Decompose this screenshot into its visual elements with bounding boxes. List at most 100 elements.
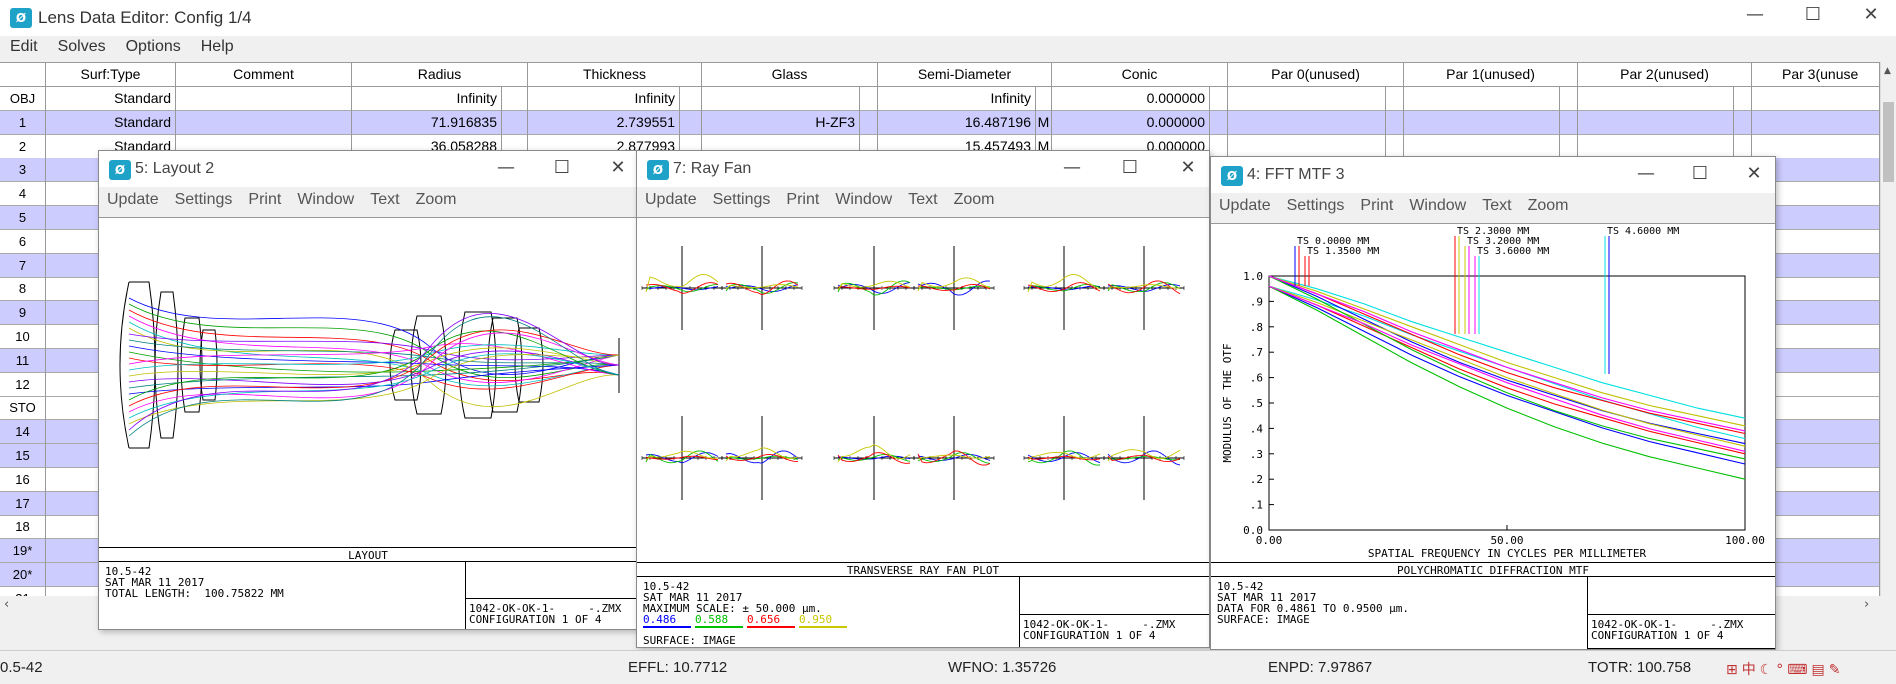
row-header[interactable]: 14: [0, 420, 46, 445]
menu-update[interactable]: Update: [99, 187, 167, 209]
tray-icons[interactable]: ⊞中☾°⌨▤✎: [1726, 659, 1844, 679]
row-header[interactable]: 8: [0, 277, 46, 302]
cell-par0-solve[interactable]: [1386, 134, 1404, 159]
cell-glass[interactable]: H-ZF3: [702, 110, 860, 135]
cell-par1-solve[interactable]: [1560, 110, 1578, 135]
skin-icon[interactable]: ▤: [1812, 662, 1829, 678]
menu-text[interactable]: Text: [1474, 193, 1519, 215]
cell-conic-solve[interactable]: [1210, 134, 1228, 159]
cell-thickness[interactable]: 2.739551: [528, 110, 680, 135]
scroll-left-icon[interactable]: ‹: [4, 597, 9, 612]
cell-par1[interactable]: [1404, 87, 1560, 111]
minimize-icon[interactable]: —: [1740, 4, 1770, 25]
cell-par2-solve[interactable]: [1734, 110, 1752, 135]
cell-semi-diameter[interactable]: 16.487196: [878, 110, 1036, 135]
row-header[interactable]: 11: [0, 348, 46, 373]
menu-settings[interactable]: Settings: [705, 187, 779, 209]
row-header[interactable]: 9: [0, 301, 46, 326]
cell-par2[interactable]: [1578, 110, 1734, 135]
cell-par2-solve[interactable]: [1734, 134, 1752, 159]
tools-icon[interactable]: ✎: [1829, 662, 1845, 678]
scroll-up-icon[interactable]: ▲: [1884, 66, 1891, 76]
cell-glass-solve[interactable]: [860, 87, 878, 111]
cell-thickness[interactable]: Infinity: [528, 87, 680, 111]
col-header-par1[interactable]: Par 1(unused): [1404, 63, 1578, 87]
row-header[interactable]: 16: [0, 467, 46, 492]
cell-par3[interactable]: [1752, 110, 1880, 135]
vertical-scroll-thumb[interactable]: [1883, 102, 1894, 182]
cell-radius[interactable]: 71.916835: [352, 110, 502, 135]
menu-text[interactable]: Text: [900, 187, 945, 209]
row-header[interactable]: 2: [0, 134, 46, 159]
row-header[interactable]: 19*: [0, 539, 46, 564]
menu-window[interactable]: Window: [1401, 193, 1474, 215]
cell-par3[interactable]: [1752, 134, 1880, 159]
col-header-radius[interactable]: Radius: [352, 63, 528, 87]
minimize-icon[interactable]: —: [491, 157, 521, 178]
cell-conic-solve[interactable]: [1210, 110, 1228, 135]
cell-conic[interactable]: 0.000000: [1052, 110, 1210, 135]
maximize-icon[interactable]: ☐: [1798, 4, 1828, 25]
col-header-par2[interactable]: Par 2(unused): [1578, 63, 1752, 87]
cell-par0[interactable]: [1228, 110, 1386, 135]
cell-semi-solve[interactable]: [1036, 87, 1052, 111]
row-header[interactable]: 12: [0, 372, 46, 397]
maximize-icon[interactable]: ☐: [547, 157, 577, 178]
row-header[interactable]: 1: [0, 110, 46, 135]
cell-thickness-solve[interactable]: [680, 110, 702, 135]
menu-update[interactable]: Update: [637, 187, 705, 209]
row-header[interactable]: STO: [0, 396, 46, 421]
minimize-icon[interactable]: —: [1057, 157, 1087, 178]
cell-conic[interactable]: 0.000000: [1052, 87, 1210, 111]
row-header[interactable]: 18: [0, 515, 46, 540]
cell-par1[interactable]: [1404, 110, 1560, 135]
col-header-comment[interactable]: Comment: [176, 63, 352, 87]
cell-par0[interactable]: [1228, 134, 1386, 159]
menu-window[interactable]: Window: [827, 187, 900, 209]
menu-edit[interactable]: Edit: [0, 36, 48, 56]
col-header-par3[interactable]: Par 3(unuse: [1752, 63, 1880, 87]
row-header[interactable]: 7: [0, 253, 46, 278]
table-row[interactable]: OBJ Standard Infinity Infinity Infinity 0.000…: [0, 87, 1880, 111]
table-row[interactable]: 1 Standard 71.916835 2.739551 H-ZF3 16.487196…: [0, 110, 1880, 135]
menu-text[interactable]: Text: [362, 187, 407, 209]
close-icon[interactable]: ✕: [603, 157, 633, 178]
cell-surf-type[interactable]: Standard: [46, 110, 176, 135]
menu-solves[interactable]: Solves: [48, 36, 116, 56]
col-header-thickness[interactable]: Thickness: [528, 63, 702, 87]
row-header[interactable]: 15: [0, 444, 46, 468]
maximize-icon[interactable]: ☐: [1685, 163, 1715, 184]
cell-par0[interactable]: [1228, 87, 1386, 111]
cell-radius-solve[interactable]: [502, 110, 528, 135]
cell-comment[interactable]: [176, 87, 352, 111]
menu-print[interactable]: Print: [1352, 193, 1401, 215]
cell-par3[interactable]: [1752, 87, 1880, 111]
cell-par2[interactable]: [1578, 134, 1734, 159]
row-header[interactable]: 4: [0, 182, 46, 207]
row-header[interactable]: 6: [0, 229, 46, 254]
row-header[interactable]: 21: [0, 586, 46, 596]
col-header-glass[interactable]: Glass: [702, 63, 878, 87]
row-header[interactable]: 5: [0, 206, 46, 230]
punctuation-icon[interactable]: °: [1776, 662, 1787, 678]
menu-print[interactable]: Print: [778, 187, 827, 209]
cell-semi-diameter[interactable]: Infinity: [878, 87, 1036, 111]
cell-par0-solve[interactable]: [1386, 110, 1404, 135]
cell-par2[interactable]: [1578, 87, 1734, 111]
col-header-par0[interactable]: Par 0(unused): [1228, 63, 1404, 87]
cell-par1-solve[interactable]: [1560, 134, 1578, 159]
menu-zoom[interactable]: Zoom: [1520, 193, 1577, 215]
close-icon[interactable]: ✕: [1173, 157, 1203, 178]
moon-icon[interactable]: ☾: [1760, 662, 1777, 678]
cell-par1-solve[interactable]: [1560, 87, 1578, 111]
menu-settings[interactable]: Settings: [1279, 193, 1353, 215]
row-header[interactable]: 10: [0, 325, 46, 349]
menu-window[interactable]: Window: [289, 187, 362, 209]
row-header[interactable]: OBJ: [0, 87, 46, 111]
cell-radius[interactable]: Infinity: [352, 87, 502, 111]
menu-print[interactable]: Print: [240, 187, 289, 209]
cell-radius-solve[interactable]: [502, 87, 528, 111]
col-header-surf-type[interactable]: Surf:Type: [46, 63, 176, 87]
row-header[interactable]: 20*: [0, 563, 46, 587]
cell-par0-solve[interactable]: [1386, 87, 1404, 111]
